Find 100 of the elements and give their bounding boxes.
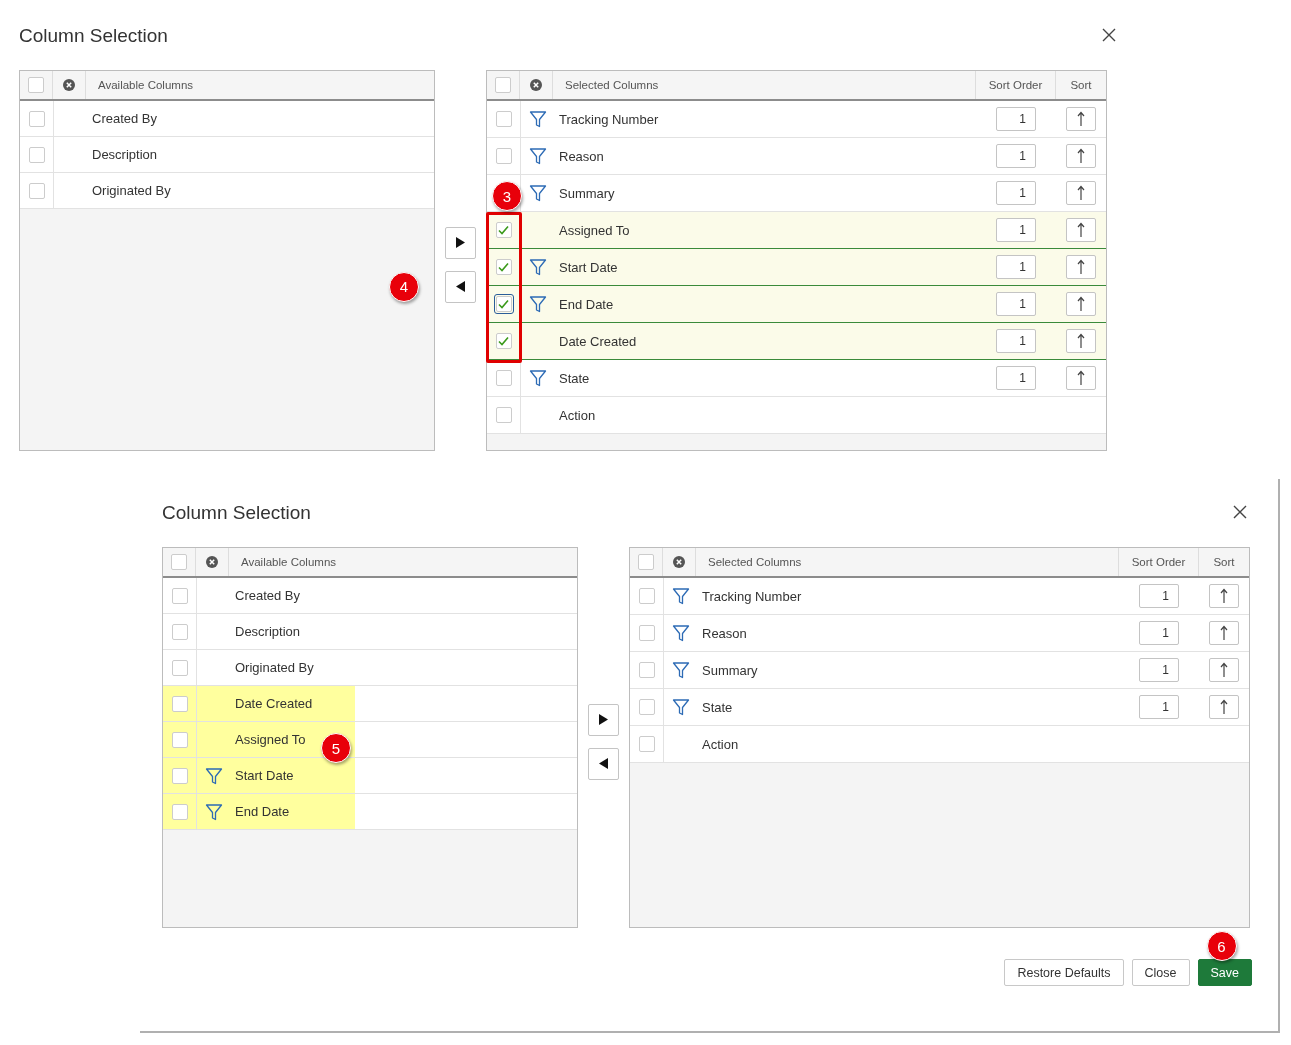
row-checkbox[interactable] — [171, 623, 188, 640]
up-arrow-icon — [1077, 296, 1085, 312]
column-name[interactable]: Summary — [559, 185, 615, 201]
sort-order-field[interactable]: 1 — [996, 181, 1036, 205]
move-right-button[interactable] — [445, 226, 476, 259]
sort-order-field[interactable]: 1 — [996, 218, 1036, 242]
up-arrow-icon — [1220, 625, 1228, 641]
sort-button[interactable] — [1066, 181, 1096, 205]
sort-button[interactable] — [1209, 621, 1239, 645]
sort-button[interactable] — [1066, 292, 1096, 316]
row-checkbox[interactable] — [638, 625, 655, 641]
column-name[interactable]: Start Date — [559, 259, 618, 275]
sort-order-field[interactable]: 1 — [996, 292, 1036, 316]
move-left-button[interactable] — [588, 747, 619, 780]
column-name[interactable]: Reason — [702, 625, 747, 641]
select-all-checkbox[interactable] — [28, 77, 44, 93]
row-checkbox[interactable] — [171, 731, 188, 748]
row-checkbox[interactable] — [495, 370, 512, 386]
column-name[interactable]: Date Created — [235, 696, 313, 711]
column-name[interactable]: Tracking Number — [559, 111, 659, 127]
select-all-checkbox[interactable] — [495, 77, 511, 93]
sort-order-field[interactable]: 1 — [996, 329, 1036, 353]
column-name[interactable]: Action — [559, 407, 596, 423]
row-checkbox[interactable] — [28, 146, 45, 163]
clear-icon[interactable] — [530, 79, 542, 91]
sort-order-field[interactable]: 1 — [1139, 584, 1179, 608]
close-button[interactable] — [1232, 505, 1248, 521]
move-right-button[interactable] — [588, 703, 619, 736]
sort-order-field[interactable]: 1 — [1139, 621, 1179, 645]
sort-button[interactable] — [1066, 329, 1096, 353]
row-checkbox[interactable] — [28, 182, 45, 199]
filter-icon — [529, 184, 547, 202]
row-checkbox[interactable] — [171, 767, 188, 784]
sort-button[interactable] — [1066, 366, 1096, 390]
column-name[interactable]: Originated By — [92, 183, 171, 198]
column-name[interactable]: Reason — [559, 148, 604, 164]
column-name[interactable]: Created By — [92, 111, 158, 126]
row-checkbox[interactable] — [495, 333, 512, 349]
row-checkbox[interactable] — [495, 259, 512, 275]
clear-icon[interactable] — [63, 79, 75, 91]
sort-button[interactable] — [1066, 255, 1096, 279]
column-name[interactable]: End Date — [235, 804, 290, 819]
select-all-checkbox[interactable] — [638, 554, 654, 570]
sort-button[interactable] — [1066, 144, 1096, 168]
row-checkbox[interactable] — [171, 695, 188, 712]
row-checkbox[interactable] — [495, 407, 512, 423]
clear-icon[interactable] — [673, 556, 685, 568]
column-name[interactable]: State — [702, 699, 733, 715]
row-checkbox[interactable] — [171, 659, 188, 676]
row-checkbox[interactable] — [638, 588, 655, 604]
filter-icon — [205, 802, 223, 821]
sort-order-field[interactable]: 1 — [996, 255, 1036, 279]
filter-icon — [529, 110, 547, 128]
sort-button[interactable] — [1209, 658, 1239, 682]
select-all-checkbox[interactable] — [171, 554, 187, 570]
row-checkbox[interactable] — [495, 148, 512, 164]
dialog-button[interactable]: Close — [1131, 959, 1190, 986]
row-checkbox[interactable] — [638, 662, 655, 678]
column-name[interactable]: End Date — [559, 296, 614, 312]
filter-icon — [205, 766, 223, 785]
row-checkbox[interactable] — [638, 699, 655, 715]
close-button[interactable] — [1101, 28, 1117, 44]
sort-order-field[interactable]: 1 — [996, 144, 1036, 168]
sort-order-field[interactable]: 1 — [996, 366, 1036, 390]
sort-button[interactable] — [1066, 107, 1096, 131]
column-name[interactable]: Start Date — [235, 768, 294, 783]
column-header: Sort Order — [1131, 556, 1186, 568]
clear-icon[interactable] — [206, 556, 218, 568]
sort-button[interactable] — [1209, 584, 1239, 608]
sort-order-field[interactable]: 1 — [1139, 658, 1179, 682]
close-icon — [1233, 505, 1247, 519]
row-checkbox[interactable] — [638, 736, 655, 752]
filter-icon — [672, 698, 690, 716]
sort-order-field[interactable]: 1 — [1139, 695, 1179, 719]
sort-button[interactable] — [1209, 695, 1239, 719]
save-button[interactable]: Save — [1197, 959, 1252, 986]
row-checkbox[interactable] — [171, 803, 188, 820]
column-header: Selected Columns — [564, 79, 659, 91]
up-arrow-icon — [1077, 222, 1085, 238]
row-checkbox[interactable] — [171, 587, 188, 604]
column-name[interactable]: Action — [702, 736, 739, 752]
row-checkbox[interactable] — [495, 222, 512, 238]
column-name[interactable]: Tracking Number — [702, 588, 802, 604]
column-name[interactable]: Description — [235, 624, 301, 639]
column-name[interactable]: Assigned To — [559, 222, 630, 238]
column-name[interactable]: Date Created — [559, 333, 637, 349]
column-name[interactable]: Summary — [702, 662, 758, 678]
row-checkbox[interactable] — [495, 111, 512, 127]
dialog-button[interactable]: Restore Defaults — [1004, 959, 1124, 986]
sort-button[interactable] — [1066, 218, 1096, 242]
column-name[interactable]: Created By — [235, 588, 301, 603]
column-name[interactable]: Description — [92, 147, 158, 162]
column-name[interactable]: Assigned To — [235, 732, 306, 747]
row-checkbox[interactable] — [28, 110, 45, 127]
column-name[interactable]: Originated By — [235, 660, 314, 675]
checkmark-icon — [498, 262, 509, 272]
up-arrow-icon — [1220, 588, 1228, 604]
move-left-button[interactable] — [445, 270, 476, 303]
sort-order-field[interactable]: 1 — [996, 107, 1036, 131]
column-name[interactable]: State — [559, 370, 590, 386]
